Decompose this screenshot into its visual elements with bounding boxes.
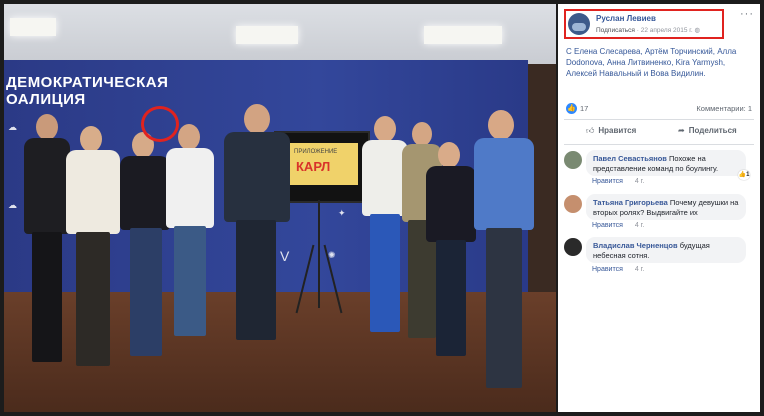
- more-options-icon[interactable]: ···: [740, 8, 754, 20]
- comment-like-link[interactable]: Нравится: [592, 266, 623, 273]
- commenter-avatar[interactable]: [564, 195, 582, 213]
- tripod: [318, 200, 320, 308]
- subscribe-link[interactable]: Подписаться: [596, 27, 635, 34]
- tagged-people[interactable]: С Елена Слесарева, Артём Торчинский, Алл…: [566, 46, 752, 79]
- ceiling-light: [236, 26, 298, 44]
- post-date[interactable]: 22 апреля 2015 г.: [641, 27, 693, 34]
- screen-slide: ПРИЛОЖЕНИЕ КАРЛ: [286, 143, 358, 185]
- comment-reaction[interactable]: 👍1: [738, 170, 750, 180]
- commenter-name[interactable]: Татьяна Григорьева: [593, 198, 668, 207]
- divider: [564, 144, 754, 145]
- ceiling-light: [424, 26, 502, 44]
- comment-time[interactable]: 4 г.: [635, 266, 644, 273]
- ceiling-light: [10, 18, 56, 36]
- post-photo[interactable]: ДЕМОКРАТИЧЕСКАЯ ОАЛИЦИЯ ☁ ☁ V ✺ ✦ ПРИЛОЖ…: [4, 4, 556, 412]
- ceiling: [4, 4, 556, 64]
- like-reaction-icon: 👍: [566, 103, 577, 114]
- commenter-avatar[interactable]: [564, 238, 582, 256]
- divider: [564, 119, 754, 120]
- comment-bubble: Татьяна Григорьева Почему девушки на вто…: [586, 194, 746, 220]
- like-count[interactable]: 17: [580, 104, 588, 113]
- post-meta: Подписаться · 22 апреля 2015 г. ◍: [596, 27, 701, 34]
- slide-title: КАРЛ: [296, 159, 331, 174]
- globe-icon: ◍: [694, 27, 701, 34]
- banner-logo-icon: ☁: [8, 200, 17, 210]
- comments-count[interactable]: Комментарии: 1: [696, 104, 752, 113]
- author-name[interactable]: Руслан Левиев: [596, 14, 656, 23]
- comment-actions: Нравится 4 г.: [592, 222, 644, 229]
- share-icon: ➦: [678, 126, 685, 135]
- post-panel: Руслан Левиев Подписаться · 22 апреля 20…: [558, 4, 760, 412]
- banner-logo-icon: ✦: [338, 208, 346, 218]
- comment-actions: Нравится 4 г.: [592, 266, 644, 273]
- slide-subtitle: ПРИЛОЖЕНИЕ: [294, 149, 338, 155]
- comment-like-link[interactable]: Нравится: [592, 178, 623, 185]
- comment-actions: Нравится 4 г.: [592, 178, 644, 185]
- comment-bubble: Владислав Черненцов будущая небесная сот…: [586, 237, 746, 263]
- comment-like-link[interactable]: Нравится: [592, 222, 623, 229]
- highlight-circle: [141, 106, 179, 142]
- comment-time[interactable]: 4 г.: [635, 178, 644, 185]
- banner-title: ДЕМОКРАТИЧЕСКАЯ ОАЛИЦИЯ: [6, 74, 169, 108]
- author-avatar[interactable]: [568, 13, 590, 35]
- comment-time[interactable]: 4 г.: [635, 222, 644, 229]
- share-button[interactable]: ➦ Поделиться: [678, 126, 737, 135]
- like-button[interactable]: 👍︎ Нравится: [586, 126, 636, 136]
- banner-logo-icon: V: [280, 248, 290, 264]
- commenter-name[interactable]: Владислав Черненцов: [593, 241, 678, 250]
- author-highlight-box: Руслан Левиев Подписаться · 22 апреля 20…: [564, 9, 724, 39]
- thumbs-up-icon: 👍︎: [586, 126, 595, 135]
- commenter-name[interactable]: Павел Севастьянов: [593, 154, 667, 163]
- commenter-avatar[interactable]: [564, 151, 582, 169]
- comment-bubble: Павел Севастьянов Похоже на представлени…: [586, 150, 746, 176]
- banner-logo-icon: ☁: [8, 122, 17, 132]
